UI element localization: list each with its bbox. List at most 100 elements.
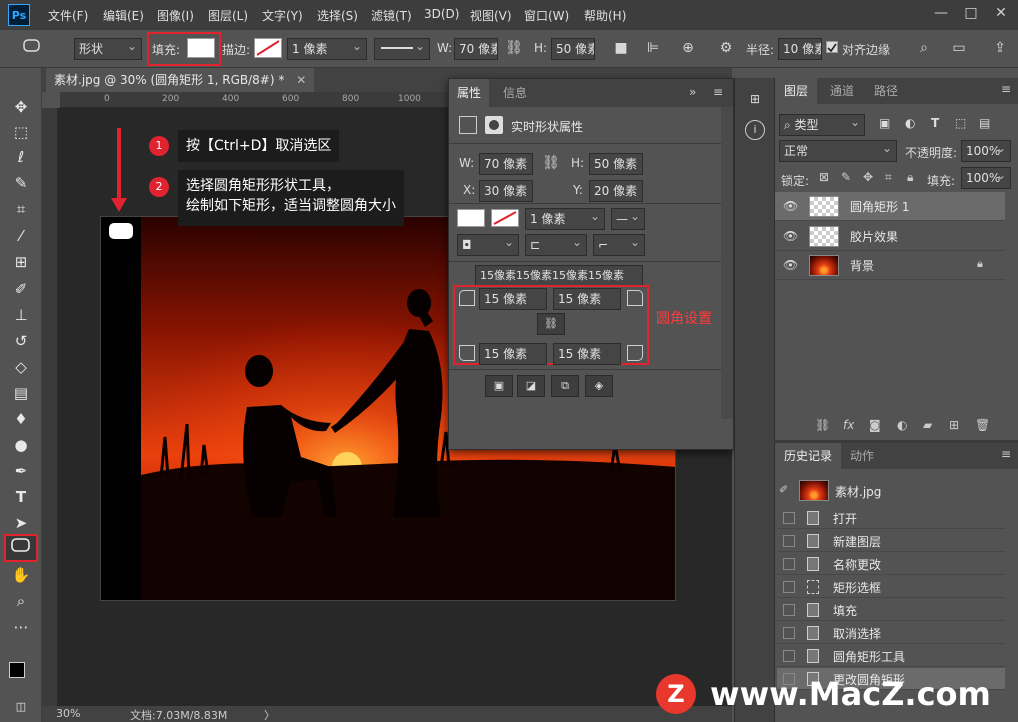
eyedropper-icon[interactable]: ⁄ [9,225,33,247]
close-button[interactable]: ✕ [986,2,1016,24]
type-tool-icon[interactable]: T [9,486,33,508]
menu-help[interactable]: 帮助(H) [584,7,626,24]
lock-pixels-icon[interactable]: ✎ [841,170,851,184]
stroke-align-select[interactable]: ◘ [457,234,519,256]
prop-width-field[interactable]: 70 像素 [479,153,533,175]
tab-info[interactable]: 信息 [495,79,535,107]
prop-stroke-swatch[interactable] [491,209,519,227]
link-icon[interactable]: ⛓ [504,38,524,58]
layer-kind-filter[interactable]: ⌕ 类型 [779,114,865,136]
tab-channels[interactable]: 通道 [821,78,863,104]
path-operations-icon[interactable]: ■ [611,38,631,58]
brush-tool-icon[interactable]: ✐ [9,278,33,300]
gear-icon[interactable]: ⚙ [716,38,736,58]
panel-menu-icon[interactable]: ≡ [713,85,723,99]
history-menu-icon[interactable]: ≡ [1001,447,1011,461]
menu-filter[interactable]: 滤镜(T) [371,7,412,24]
tab-history[interactable]: 历史记录 [775,443,842,469]
opacity-field[interactable]: 100% [961,140,1011,162]
new-group-icon[interactable]: ▰ [923,418,932,432]
crop-tool-icon[interactable]: ⌗ [9,198,33,220]
link-radius-button[interactable]: ⛓ [537,313,565,335]
mask-icon[interactable] [485,116,503,134]
visibility-eye-icon[interactable]: 👁︎ [783,229,798,243]
menu-image[interactable]: 图像(I) [157,7,194,24]
history-item[interactable]: 打开 [777,507,1005,529]
tab-paths[interactable]: 路径 [865,78,907,104]
search-icon[interactable]: ⌕ [914,38,934,58]
history-item[interactable]: 填充 [777,599,1005,621]
rounded-rectangle-tool-icon[interactable] [4,534,38,562]
pen-tool-icon[interactable]: ✒ [9,460,33,482]
history-item[interactable]: 取消选择 [777,622,1005,644]
move-tool-icon[interactable]: ✥ [9,96,33,118]
layer-row[interactable]: 👁︎ 圆角矩形 1 [775,192,1005,221]
stroke-color-swatch[interactable] [254,38,282,58]
filter-smart-icon[interactable]: ▤ [979,116,990,130]
history-checkbox[interactable] [783,512,795,524]
history-item[interactable]: 名称更改 [777,553,1005,575]
history-brush-icon[interactable]: ↺ [9,330,33,352]
status-menu-arrow[interactable]: 〉 [264,707,275,722]
brush-source-icon[interactable]: ✐ [779,483,788,496]
visibility-eye-icon[interactable]: 👁︎ [783,258,798,272]
subtract-front-button[interactable]: ◪ [517,375,545,397]
visibility-eye-icon[interactable]: 👁︎ [783,199,798,213]
tab-actions[interactable]: 动作 [841,443,883,469]
fill-color-swatch[interactable] [187,38,215,58]
radius-top-left[interactable]: 15 像素 [479,288,547,310]
path-alignment-icon[interactable]: ⊫ [643,38,663,58]
lock-all-icon[interactable]: 🔒︎ [907,170,913,185]
minimize-button[interactable]: — [926,2,956,24]
zoom-tool-icon[interactable]: ⌕ [9,590,33,612]
lock-position-icon[interactable]: ✥ [863,170,873,184]
filter-pixel-icon[interactable]: ▣ [879,116,890,130]
layer-name[interactable]: 胶片效果 [850,228,898,245]
prop-stroke-width[interactable]: 1 像素 [525,208,605,230]
rounded-rect-tool-icon[interactable] [22,38,42,56]
stroke-type-select[interactable] [374,38,430,60]
prop-x-field[interactable]: 30 像素 [479,180,533,202]
width-field[interactable]: 70 像素 [454,38,498,60]
document-tab[interactable]: 素材.jpg @ 30% (圆角矩形 1, RGB/8#) * ✕ [46,68,315,92]
prop-height-field[interactable]: 50 像素 [589,153,643,175]
filter-adjustment-icon[interactable]: ◐ [905,116,915,130]
menu-edit[interactable]: 编辑(E) [103,7,144,24]
history-item[interactable]: 圆角矩形工具 [777,645,1005,667]
collapse-icon[interactable]: » [689,85,696,99]
close-tab-icon[interactable]: ✕ [296,73,306,87]
menu-file[interactable]: 文件(F) [48,7,88,24]
properties-icon[interactable]: ⊞ [745,92,765,110]
hand-tool-icon[interactable]: ✋ [9,564,33,586]
layers-menu-icon[interactable]: ≡ [1001,82,1011,96]
properties-scrollbar[interactable] [721,107,733,419]
shape-mode-select[interactable]: 形状 [74,38,142,60]
menu-layer[interactable]: 图层(L) [208,7,248,24]
path-selection-icon[interactable]: ➤ [9,512,33,534]
layer-fill-field[interactable]: 100% [961,167,1011,189]
more-tools-icon[interactable]: ⋯ [9,616,33,638]
new-layer-icon[interactable]: ⊞ [949,418,959,432]
radius-field[interactable]: 10 像素 [778,38,822,60]
eraser-icon[interactable]: ◇ [9,356,33,378]
foreground-color-swatch[interactable] [9,662,25,678]
menu-window[interactable]: 窗口(W) [524,7,569,24]
lock-transparency-icon[interactable]: ⊠ [819,170,829,184]
add-mask-icon[interactable]: ◙ [869,418,881,432]
menu-type[interactable]: 文字(Y) [262,7,303,24]
share-icon[interactable]: ⇪ [990,38,1010,58]
quick-mask-icon[interactable]: ◫ [9,696,33,718]
link-icon[interactable]: ⛓ [541,153,561,173]
workspace-icon[interactable]: ▭ [944,38,974,58]
radius-bottom-left[interactable]: 15 像素 [479,343,547,365]
radius-top-right[interactable]: 15 像素 [553,288,621,310]
stroke-corner-select[interactable]: ⌐ [593,234,645,256]
exclude-overlap-button[interactable]: ◈ [585,375,613,397]
history-checkbox[interactable] [783,604,795,616]
marquee-tool-icon[interactable]: ⬚ [9,121,33,143]
adjustment-layer-icon[interactable]: ◐ [897,418,907,432]
history-checkbox[interactable] [783,650,795,662]
radius-bottom-right[interactable]: 15 像素 [553,343,621,365]
layer-row[interactable]: 👁︎ 胶片效果 [775,222,1005,251]
align-edges-checkbox[interactable] [826,41,838,53]
